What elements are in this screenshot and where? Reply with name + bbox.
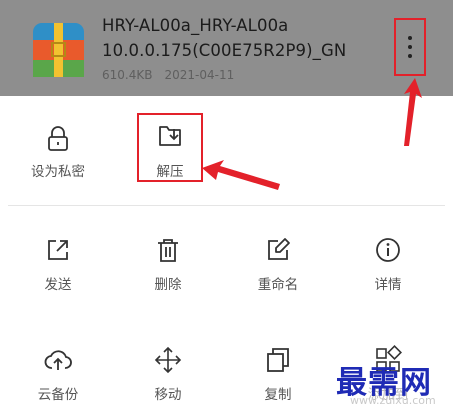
cloud-upload-icon	[44, 350, 72, 370]
annotation-arrow-left	[202, 160, 280, 190]
file-date: 2021-04-11	[164, 68, 235, 82]
file-name-line2: 10.0.0.175(C00E75R2P9)_GN	[102, 41, 347, 60]
file-name-line1: HRY-AL00a_HRY-AL00a	[102, 16, 289, 35]
file-header: HRY-AL00a_HRY-AL00a 10.0.0.175(C00E75R2P…	[0, 0, 453, 96]
send-button[interactable]: 发送	[8, 235, 108, 309]
cloud-backup-button[interactable]: 云备份	[8, 345, 108, 419]
send-label: 发送	[44, 277, 72, 293]
set-private-button[interactable]: 设为私密	[8, 124, 108, 198]
details-label: 详情	[374, 277, 402, 293]
info-icon	[376, 238, 400, 262]
annotation-arrow-up	[404, 78, 422, 146]
delete-label: 删除	[154, 277, 182, 293]
trash-icon	[158, 239, 178, 262]
file-size: 610.4KB	[102, 68, 153, 82]
move-label: 移动	[154, 387, 182, 403]
set-private-label: 设为私密	[31, 164, 85, 180]
section-divider	[8, 205, 445, 206]
details-button[interactable]: 详情	[338, 235, 438, 309]
archive-file-icon	[33, 23, 84, 77]
cloud-backup-label: 云备份	[37, 387, 79, 403]
move-icon	[154, 346, 182, 374]
rename-button[interactable]: 重命名	[228, 235, 328, 309]
file-meta: 610.4KB 2021-04-11	[102, 68, 234, 82]
delete-button[interactable]: 删除	[118, 235, 218, 309]
rename-label: 重命名	[257, 277, 299, 293]
copy-label: 复制	[264, 387, 292, 403]
move-button[interactable]: 移动	[118, 345, 218, 419]
more-options-button[interactable]	[394, 18, 426, 76]
rename-icon	[268, 238, 290, 260]
lock-icon	[48, 126, 68, 151]
copy-icon	[267, 348, 289, 372]
copy-button[interactable]: 复制	[228, 345, 328, 419]
annotation-highlight-box-extract	[137, 113, 203, 182]
site-watermark-url: www.zuixu.com	[350, 394, 436, 407]
share-icon	[48, 240, 68, 260]
